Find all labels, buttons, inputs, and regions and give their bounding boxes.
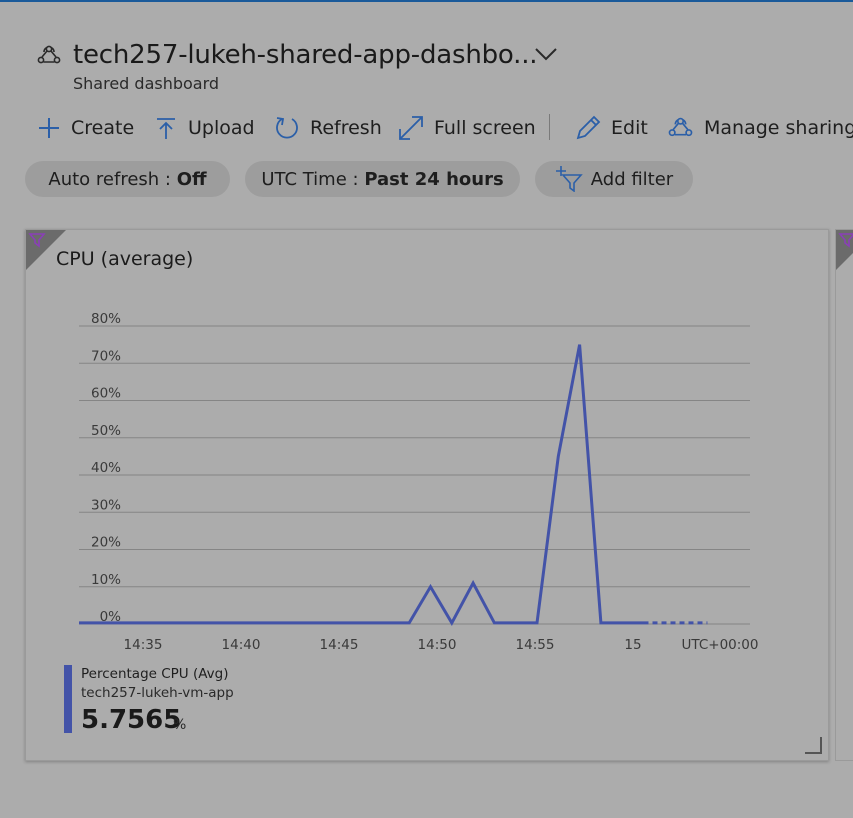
y-tick-label: 80% [91, 311, 121, 327]
add-filter-pill[interactable]: Add filter [535, 161, 693, 197]
y-tick-label: 50% [91, 423, 121, 439]
upload-label: Upload [188, 117, 255, 139]
resize-handle-icon[interactable] [804, 736, 822, 754]
edit-button[interactable]: Edit [575, 112, 648, 144]
share-icon [668, 117, 693, 136]
y-tick-label: 60% [91, 386, 121, 402]
time-range-value: Past 24 hours [364, 168, 504, 190]
legend-value: 5.7565 [81, 705, 182, 735]
manage-sharing-label: Manage sharing [704, 117, 853, 139]
legend-color-bar [64, 665, 72, 733]
legend-resource-name: tech257-lukeh-vm-app [81, 685, 234, 701]
top-accent-line [0, 0, 853, 2]
next-tile[interactable] [835, 229, 853, 761]
x-tick-label: 14:40 [222, 637, 261, 653]
x-tick-label: 14:55 [516, 637, 555, 653]
refresh-icon [276, 117, 298, 139]
y-tick-label: 20% [91, 535, 121, 551]
legend-unit: % [173, 717, 187, 733]
cpu-series-line [79, 344, 644, 626]
dashboard-subtitle: Shared dashboard [73, 74, 220, 93]
time-range-pill[interactable]: UTC Time : Past 24 hours [245, 161, 520, 197]
cpu-tile[interactable]: CPU (average) 80% 70% 60% 50% 40% 30% 20% 10% 0%… [25, 229, 829, 761]
y-tick-label: 70% [91, 348, 121, 364]
x-tick-label: 15 [624, 637, 641, 653]
fullscreen-button[interactable]: Full screen [398, 112, 536, 144]
auto-refresh-pill[interactable]: Auto refresh : Off [25, 161, 230, 197]
edit-label: Edit [611, 117, 648, 139]
fullscreen-label: Full screen [434, 117, 536, 139]
add-filter-label: Add filter [590, 168, 674, 190]
y-tick-label: 40% [91, 460, 121, 476]
plus-icon [39, 118, 59, 138]
refresh-button[interactable]: Refresh [274, 112, 382, 144]
shared-dashboard-icon [37, 45, 61, 64]
x-tick-label: 14:50 [418, 637, 457, 653]
manage-sharing-button[interactable]: Manage sharing [667, 112, 853, 144]
upload-icon [157, 118, 175, 139]
x-tick-label: 14:35 [124, 637, 163, 653]
expand-icon [399, 116, 423, 140]
legend-metric-name: Percentage CPU (Avg) [81, 666, 229, 682]
add-filter-icon [555, 166, 583, 192]
cpu-line-chart: 80%70%60%50%40%30%20%10%0%14:35 14:40 14:4… [79, 311, 759, 653]
y-tick-label: 30% [91, 497, 121, 513]
time-range-label: UTC Time : [261, 168, 359, 190]
filter-corner-icon [836, 230, 853, 270]
auto-refresh-value: Off [176, 168, 207, 190]
x-tick-label: 14:45 [320, 637, 359, 653]
create-label: Create [71, 117, 135, 139]
upload-button[interactable]: Upload [154, 112, 255, 144]
command-separator [549, 114, 550, 140]
chevron-down-icon[interactable] [534, 46, 558, 62]
pencil-icon [576, 115, 601, 140]
dashboard-title: tech257-lukeh-shared-app-dashbo... [73, 40, 538, 70]
create-button[interactable]: Create [37, 112, 134, 144]
x-tick-label: UTC+00:00 [682, 637, 759, 653]
refresh-label: Refresh [310, 117, 382, 139]
y-tick-label: 10% [91, 572, 121, 588]
auto-refresh-label: Auto refresh : [48, 168, 171, 190]
